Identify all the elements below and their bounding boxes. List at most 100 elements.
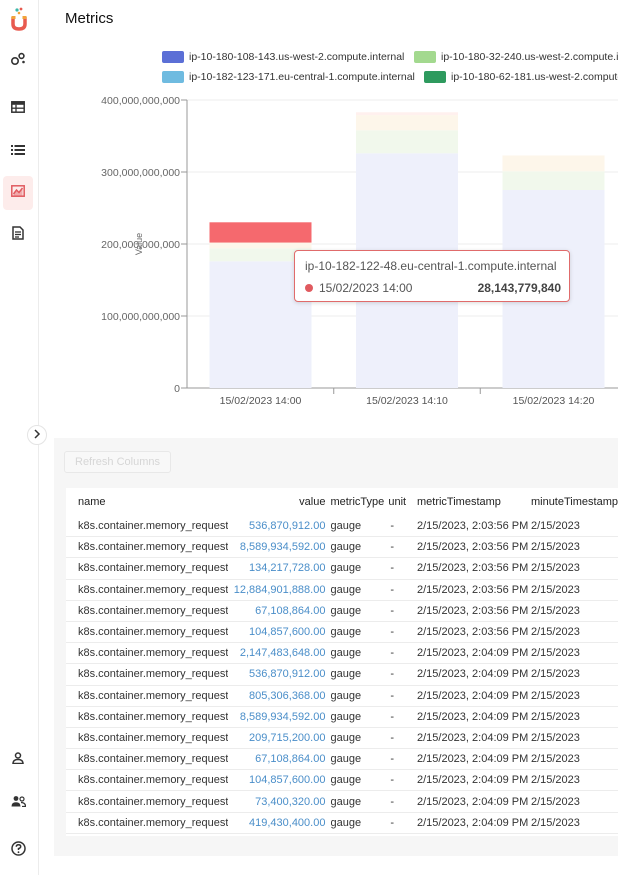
- table-cell: 2/15/2023: [530, 516, 618, 538]
- y-tick-label: 0: [174, 383, 180, 395]
- table-cell: 2/15/2023: [530, 833, 618, 836]
- bar-segment: [209, 222, 312, 243]
- table-cell: -: [388, 706, 417, 728]
- table-cell: gauge: [330, 727, 389, 750]
- table-cell: 2/15/2023, 2:03:56 PM: [416, 621, 531, 644]
- sidebar-item-profile[interactable]: [3, 743, 33, 777]
- y-axis-label: Value: [134, 233, 144, 255]
- table-cell: 2/15/2023: [530, 621, 618, 644]
- column-header-value[interactable]: value: [228, 488, 330, 516]
- table-cell: 2/15/2023: [530, 727, 618, 750]
- table-cell: 536,870,912.00: [228, 663, 331, 686]
- table-row[interactable]: k8s.container.memory_request 8,589,934,59…: [66, 706, 618, 728]
- table-cell: k8s.container.memory_request: [66, 600, 229, 622]
- table-cell: 67,108,864.00: [228, 600, 331, 622]
- table-cell: -: [388, 621, 417, 644]
- table-cell: 2/15/2023, 2:03:56 PM: [416, 557, 531, 580]
- tooltip-date: 15/02/2023 14:00: [319, 281, 413, 295]
- table-header-row: name value metricType unit metricTimesta…: [66, 488, 618, 516]
- column-header-name[interactable]: name: [66, 488, 228, 516]
- table-cell: gauge: [330, 600, 389, 622]
- table-row[interactable]: k8s.container.memory_request 8,589,934,59…: [66, 536, 618, 559]
- table-cell: k8s.container.memory_request: [66, 706, 229, 728]
- table-row[interactable]: k8s.container.memory_request536,870,912.…: [66, 663, 618, 686]
- table-cell: 2/15/2023: [530, 600, 618, 622]
- table-cell: 2/15/2023: [530, 685, 618, 707]
- table-cell: 2/15/2023: [530, 748, 618, 771]
- refresh-columns-button[interactable]: Refresh Columns: [64, 451, 171, 473]
- table-row[interactable]: k8s.container.memory_request536,870,912.…: [66, 516, 618, 538]
- table-cell: 2/15/2023: [530, 663, 618, 686]
- table-cell: 2/15/2023, 2:04:09 PM: [416, 790, 531, 813]
- table-row[interactable]: k8s.container.memory_request 12,884,901,8…: [66, 579, 618, 601]
- table-cell: gauge: [330, 685, 389, 707]
- table-cell: 2/15/2023, 2:04:09 PM: [416, 685, 531, 707]
- table-cell: 2/15/2023, 2:03:56 PM: [416, 579, 531, 601]
- table-cell: gauge: [330, 642, 389, 665]
- table-row[interactable]: k8s.container.memory_request 209,715,200.…: [66, 727, 618, 750]
- table-row[interactable]: k8s.container.memory_request 104,857,600.…: [66, 621, 618, 644]
- table-cell: 2/15/2023, 2:04:09 PM: [416, 727, 531, 750]
- table-cell: 2/15/2023, 2:03:56 PM: [416, 516, 531, 538]
- table-cell: -: [388, 685, 417, 707]
- table-cell: k8s.container.memory_request: [66, 812, 229, 834]
- table-row[interactable]: k8s.container.memory_request 419,430,400.…: [66, 812, 618, 834]
- table-cell: 73,400,320.00: [228, 790, 331, 813]
- bar-segment: [356, 130, 458, 154]
- metrics-table: name value metricType unit metricTimesta…: [66, 488, 618, 836]
- table-cell: -: [388, 642, 417, 665]
- sidebar-expand-button[interactable]: [27, 425, 47, 445]
- y-tick-label: 100,000,000,000: [101, 311, 180, 323]
- table-row[interactable]: k8s.container.memory_request536,870,912.…: [66, 833, 618, 836]
- table-cell: 209,715,200.00: [228, 727, 331, 750]
- table-cell: gauge: [330, 536, 389, 559]
- table-cell: gauge: [330, 579, 389, 601]
- y-tick-label: 300,000,000,000: [101, 167, 180, 179]
- tooltip-color-dot: [305, 284, 313, 292]
- table-row[interactable]: k8s.container.memory_request 2,147,483,64…: [66, 642, 618, 665]
- column-header-metric-timestamp[interactable]: metricTimestamp: [417, 488, 531, 516]
- table-cell: -: [388, 557, 417, 580]
- bar-segment: [502, 155, 605, 172]
- table-cell: 104,857,600.00: [228, 621, 331, 644]
- table-cell: -: [388, 579, 417, 601]
- stacked-bar-chart: 0100,000,000,000200,000,000,000300,000,0…: [101, 95, 618, 407]
- bar-segment: [356, 112, 458, 116]
- table-row[interactable]: k8s.container.memory_request 104,857,600.…: [66, 769, 618, 792]
- table-cell: 2/15/2023: [530, 642, 618, 665]
- table-row[interactable]: k8s.container.memory_request 134,217,728.…: [66, 557, 618, 580]
- table-row[interactable]: k8s.container.memory_request 67,108,864.0…: [66, 748, 618, 771]
- team-icon: [11, 794, 26, 812]
- table-cell: 2/15/2023, 2:04:09 PM: [416, 706, 531, 728]
- sidebar-item-help[interactable]: [3, 834, 33, 868]
- table-row[interactable]: k8s.container.memory_request 805,306,368.…: [66, 685, 618, 707]
- table-cell: 8,589,934,592.00: [228, 706, 331, 728]
- table-row[interactable]: k8s.container.memory_request 67,108,864.0…: [66, 600, 618, 622]
- table-cell: k8s.container.memory_request: [66, 790, 229, 813]
- sidebar-item-team[interactable]: [3, 786, 33, 820]
- chevron-right-icon: [33, 426, 41, 444]
- table-cell: gauge: [330, 557, 389, 580]
- column-header-metric-type[interactable]: metricType: [330, 488, 388, 516]
- table-cell: k8s.container.memory_request: [66, 642, 229, 665]
- table-row[interactable]: k8s.container.memory_request 73,400,320.0…: [66, 790, 618, 813]
- table-cell: 2/15/2023: [530, 579, 618, 601]
- table-cell: 104,857,600.00: [228, 769, 331, 792]
- table-cell: gauge: [330, 621, 389, 644]
- table-cell: 805,306,368.00: [228, 685, 331, 707]
- table-cell: k8s.container.memory_request: [66, 536, 229, 559]
- table-cell: k8s.container.memory_request: [66, 769, 229, 792]
- data-table-panel: Refresh Columns name value metricType un…: [54, 438, 618, 856]
- table-cell: 2/15/2023, 2:04:09 PM: [416, 663, 531, 686]
- table-cell: 2/15/2023, 2:04:09 PM: [416, 769, 531, 792]
- table-cell: gauge: [330, 833, 389, 836]
- table-cell: 2/15/2023: [530, 790, 618, 813]
- data-table-container[interactable]: name value metricType unit metricTimesta…: [66, 488, 618, 836]
- tooltip-value: 28,143,779,840: [477, 281, 561, 295]
- column-header-unit[interactable]: unit: [388, 488, 417, 516]
- table-cell: -: [388, 812, 417, 834]
- column-header-minute-timestamp[interactable]: minuteTimestamp: [531, 488, 618, 516]
- y-tick-label: 400,000,000,000: [101, 95, 180, 107]
- table-cell: -: [388, 516, 417, 538]
- table-cell: 2/15/2023: [530, 812, 618, 834]
